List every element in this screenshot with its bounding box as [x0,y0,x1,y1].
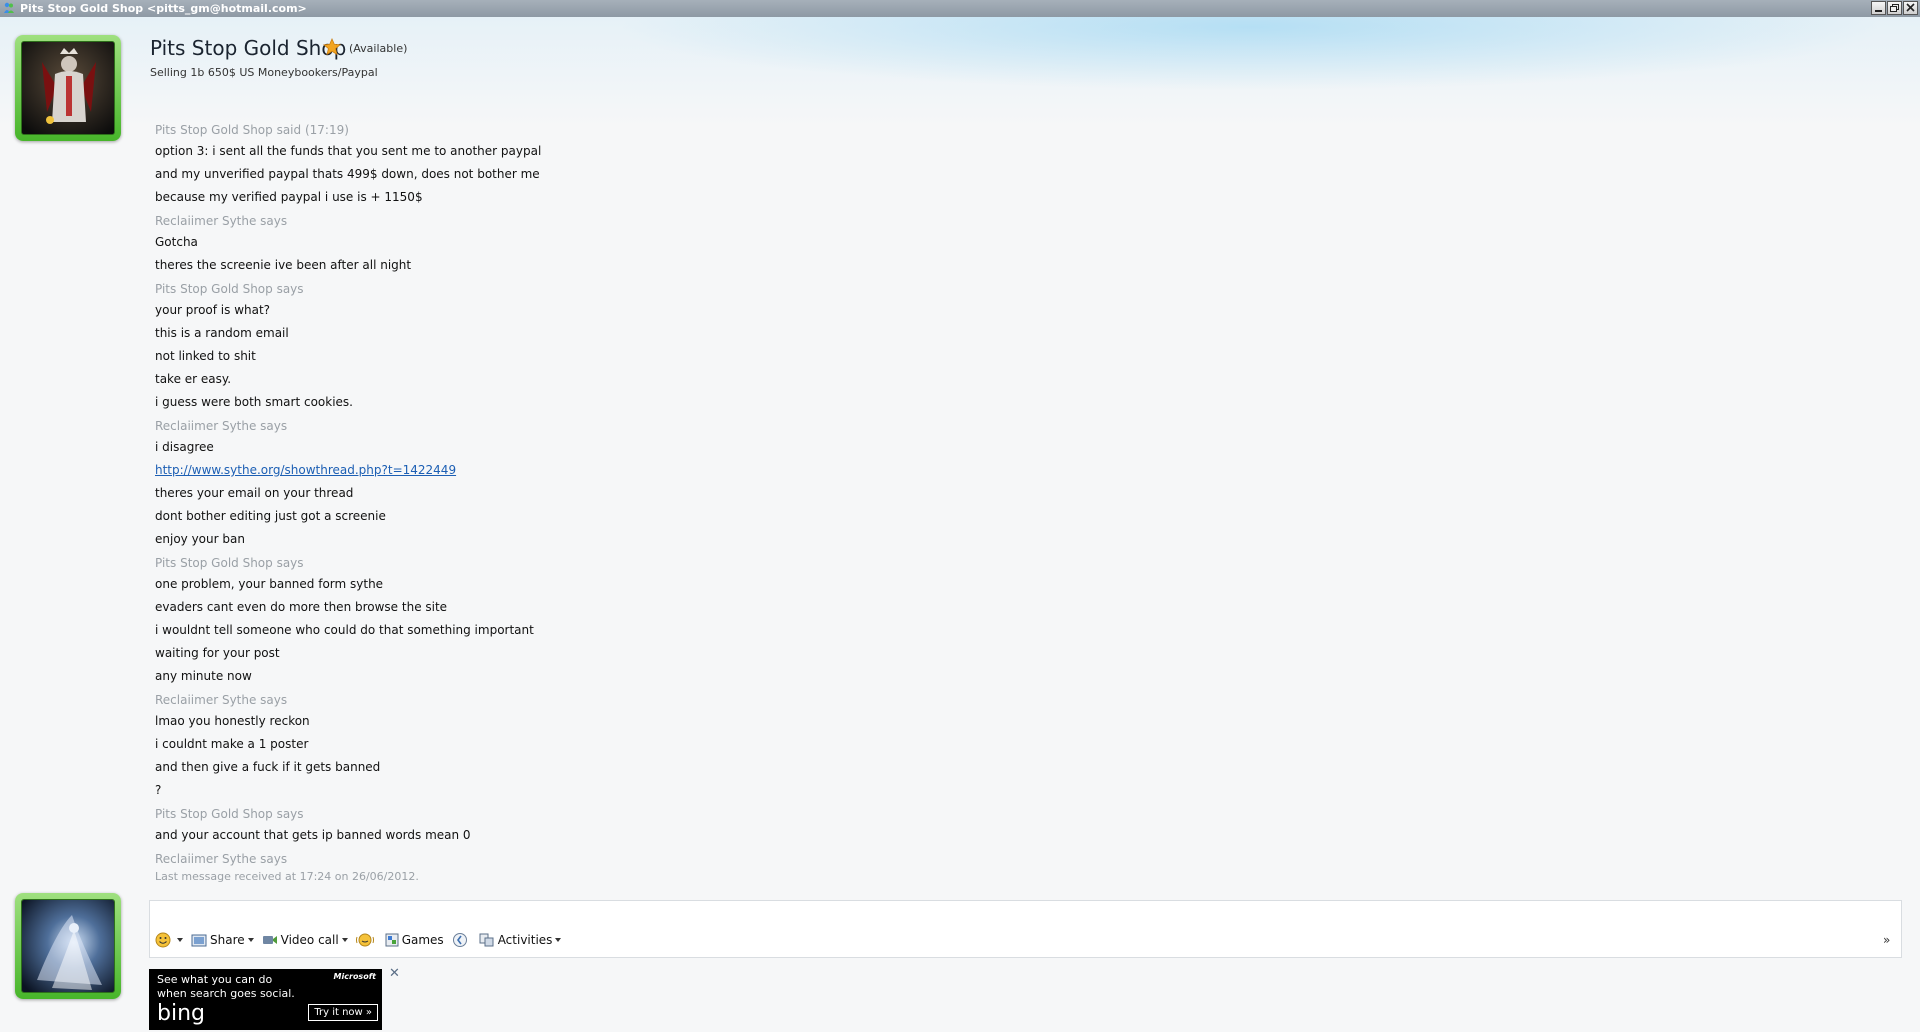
message-line: i guess were both smart cookies. [155,395,353,409]
bing-logo: bing [157,1001,205,1026]
ad-text-line2: when search goes social. [157,987,295,1000]
games-label: Games [401,933,444,947]
message-sender: Pits Stop Gold Shop said (17:19) [155,123,349,137]
message-line: i wouldnt tell someone who could do that… [155,623,534,637]
bing-advertisement[interactable]: See what you can do when search goes soc… [149,969,382,1030]
user-avatar-image [22,900,114,992]
chevron-down-icon [247,938,254,942]
video-call-label: Video call [280,933,339,947]
message-line: and your account that gets ip banned wor… [155,828,471,842]
contact-avatar-image [22,42,114,134]
voice-clip-icon [452,933,467,947]
message-line: ? [155,783,162,797]
close-button[interactable] [1903,1,1918,15]
share-icon [191,934,207,947]
user-avatar[interactable] [15,893,121,999]
message-line: lmao you honestly reckon [155,714,310,728]
ad-text-line1: See what you can do [157,973,273,986]
message-line: evaders cant even do more then browse th… [155,600,448,614]
share-button[interactable]: Share [191,933,254,947]
conversation-toolbar: Share Video call Games Activities [155,930,569,950]
message-line: Gotcha [155,235,198,249]
ad-close-icon[interactable]: ✕ [389,966,400,981]
message-sender: Reclaiimer Sythe says [155,419,288,433]
microsoft-logo: Microsoft [333,972,376,981]
message-group: Reclaiimer Sythe says [155,850,1055,869]
contact-status: (Available) [349,42,408,55]
minimize-button[interactable] [1871,1,1886,15]
chevron-down-icon [177,938,183,942]
restore-button[interactable] [1887,1,1902,15]
activities-button[interactable]: Activities [479,933,562,947]
message-group: Pits Stop Gold Shop says one problem, you… [155,554,1055,688]
message-line: because my verified paypal i use is + 11… [155,190,423,204]
voice-clip-button[interactable] [452,932,471,948]
message-line: one problem, your banned form sythe [155,577,384,591]
message-sender: Reclaiimer Sythe says [155,852,288,866]
message-sender: Reclaiimer Sythe says [155,214,288,228]
window-title: Pits Stop Gold Shop <pitts_gm@hotmail.co… [20,2,307,15]
games-icon [385,933,399,947]
message-line: theres the screenie ive been after all n… [155,258,412,272]
contact-avatar[interactable] [15,35,121,141]
message-group: Pits Stop Gold Shop said (17:19) option 3… [155,121,1055,209]
message-sender: Pits Stop Gold Shop says [155,556,304,570]
share-label: Share [210,933,245,947]
message-line: this is a random email [155,326,289,340]
message-group: Pits Stop Gold Shop says your proof is wh… [155,280,1055,414]
message-line: i disagree [155,440,214,454]
expand-toolbar-button[interactable]: » [1883,933,1890,947]
activities-icon [479,933,494,947]
message-line: option 3: i sent all the funds that you … [155,144,542,158]
close-icon [1906,3,1915,12]
smiley-icon [155,932,171,948]
message-line: not linked to shit [155,349,256,363]
nudge-button[interactable] [355,932,377,948]
message-line: enjoy your ban [155,532,245,546]
message-line: http://www.sythe.org/showthread.php?t=14… [155,459,1055,482]
message-line: your proof is what? [155,303,271,317]
message-line: waiting for your post [155,646,280,660]
message-line: theres your email on your thread [155,486,354,500]
message-group: Reclaiimer Sythe says Gotcha theres the sc… [155,212,1055,277]
restore-icon [1890,4,1899,12]
favorite-star-icon[interactable] [323,38,341,56]
message-link[interactable]: http://www.sythe.org/showthread.php?t=14… [155,463,456,477]
message-line: i couldnt make a 1 poster [155,737,309,751]
nudge-icon [355,933,374,947]
message-sender: Reclaiimer Sythe says [155,693,288,707]
activities-label: Activities [497,933,553,947]
message-line: any minute now [155,669,252,683]
conversation-history: Pits Stop Gold Shop said (17:19) option 3… [155,121,1055,885]
messenger-icon [4,2,14,13]
message-line: dont bother editing just got a screenie [155,509,386,523]
last-message-timestamp: Last message received at 17:24 on 26/06/… [155,870,419,883]
video-camera-icon [262,936,277,944]
ad-text: See what you can do when search goes soc… [157,973,295,1001]
message-line: and then give a fuck if it gets banned [155,760,381,774]
video-call-button[interactable]: Video call [262,933,348,947]
contact-name: Pits Stop Gold Shop [150,36,347,60]
message-group: Pits Stop Gold Shop says and your account… [155,805,1055,847]
chevron-down-icon [341,938,348,942]
message-sender: Pits Stop Gold Shop says [155,282,304,296]
minimize-icon [1875,10,1882,12]
message-line: take er easy. [155,372,232,386]
chevron-down-icon [555,938,562,942]
emoticon-button[interactable] [155,932,183,948]
games-button[interactable]: Games [385,933,444,947]
message-group: Reclaiimer Sythe says i disagree http://ww… [155,417,1055,551]
contact-personal-message: Selling 1b 650$ US Moneybookers/Paypal [150,66,378,79]
try-it-now-button[interactable]: Try it now » [308,1004,378,1021]
message-group: Reclaiimer Sythe says lmao you honestly r… [155,691,1055,802]
message-sender: Pits Stop Gold Shop says [155,807,304,821]
message-line: and my unverified paypal thats 499$ down… [155,167,540,181]
window-titlebar: Pits Stop Gold Shop <pitts_gm@hotmail.co… [0,0,1920,17]
